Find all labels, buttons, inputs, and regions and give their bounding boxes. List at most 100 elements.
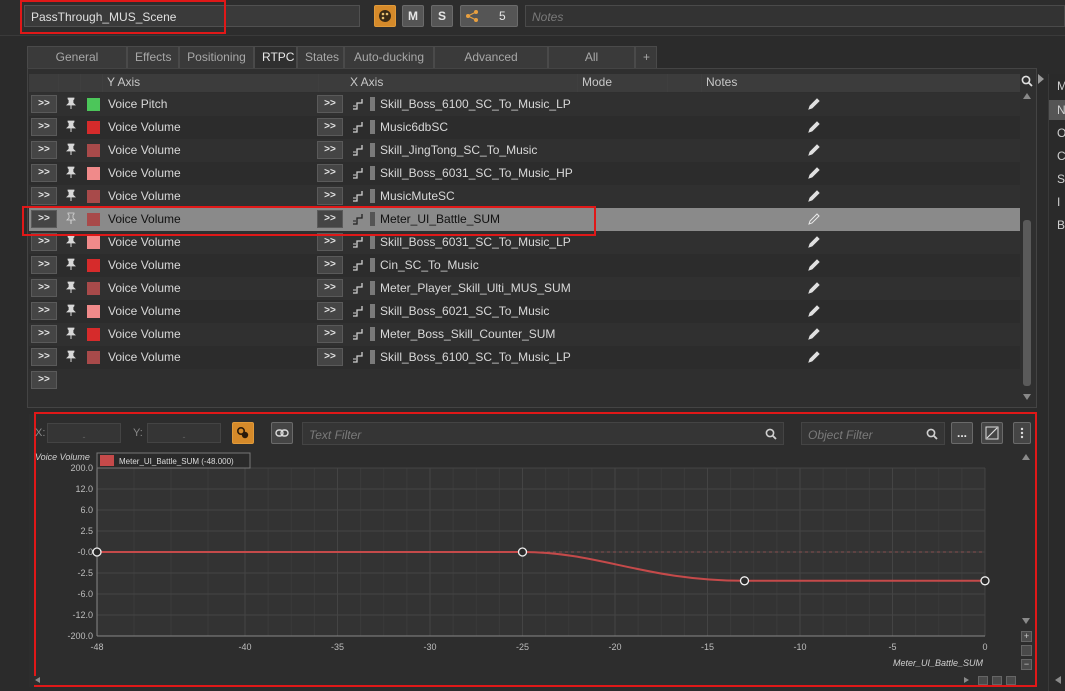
expand-y-button[interactable]: >> xyxy=(31,164,57,182)
col-mode[interactable]: Mode xyxy=(578,74,668,92)
snap-button[interactable] xyxy=(232,422,254,444)
edit-notes-icon[interactable] xyxy=(807,281,821,295)
table-row[interactable]: >> Voice Pitch >> Skill_Boss_6100_SC_To_Mus… xyxy=(29,93,1020,116)
expand-x-button[interactable]: >> xyxy=(317,256,343,274)
tab-all-properties[interactable]: All Properties xyxy=(548,46,635,84)
sidebar-item-s[interactable]: S xyxy=(1057,172,1065,186)
h-zoom-in-button[interactable] xyxy=(978,676,988,685)
graph-scroll-down-arrow[interactable] xyxy=(1022,618,1030,624)
rtpc-curve-chart[interactable]: -48 -40 -35 -30 -25 -20 -15 -10 -5 0 200.0 12.0 6.0 2… xyxy=(34,450,1034,686)
edit-notes-icon[interactable] xyxy=(807,327,821,341)
pin-icon[interactable] xyxy=(65,350,77,364)
color-swatch[interactable] xyxy=(87,259,100,272)
expand-y-button[interactable]: >> xyxy=(31,187,57,205)
graph-vertical-scrollbar[interactable] xyxy=(1020,452,1033,628)
graph-scroll-right-arrow[interactable] xyxy=(964,677,969,683)
x-axis-label[interactable]: Skill_JingTong_SC_To_Music xyxy=(380,143,537,157)
table-row[interactable]: >> Voice Volume >> MusicMuteSC xyxy=(29,185,1020,208)
graph-options-button[interactable] xyxy=(1013,422,1031,444)
x-axis-label[interactable]: Skill_Boss_6100_SC_To_Music_LP xyxy=(380,97,571,111)
x-axis-label[interactable]: Cin_SC_To_Music xyxy=(380,258,479,272)
edit-notes-icon[interactable] xyxy=(807,235,821,249)
color-swatch[interactable] xyxy=(87,167,100,180)
y-axis-label[interactable]: Voice Volume xyxy=(108,350,181,364)
text-filter-input[interactable]: Text Filter xyxy=(302,422,784,445)
mute-solo-toggle-button[interactable] xyxy=(981,422,1003,444)
text-filter-search-icon[interactable] xyxy=(765,428,777,440)
edit-notes-icon[interactable] xyxy=(807,120,821,134)
sidebar-item-i[interactable]: I xyxy=(1057,195,1060,209)
expand-x-button[interactable]: >> xyxy=(317,302,343,320)
y-axis-label[interactable]: Voice Volume xyxy=(108,166,181,180)
expand-y-button[interactable]: >> xyxy=(31,325,57,343)
add-row-button[interactable]: >> xyxy=(31,371,57,389)
color-swatch[interactable] xyxy=(87,121,100,134)
y-axis-label[interactable]: Voice Volume xyxy=(108,189,181,203)
pin-icon[interactable] xyxy=(65,327,77,341)
graph-scroll-left-arrow[interactable] xyxy=(35,677,40,683)
pin-icon[interactable] xyxy=(65,189,77,203)
edit-notes-icon[interactable] xyxy=(807,258,821,272)
h-zoom-out-button[interactable] xyxy=(1006,676,1016,685)
edit-notes-icon[interactable] xyxy=(807,143,821,157)
edit-notes-icon[interactable] xyxy=(807,189,821,203)
expand-y-button[interactable]: >> xyxy=(31,141,57,159)
sidebar-toggle-arrow[interactable] xyxy=(1038,74,1044,84)
scroll-up-arrow[interactable] xyxy=(1023,93,1031,99)
edit-notes-icon[interactable] xyxy=(807,212,821,226)
tab-add[interactable]: + xyxy=(635,46,657,68)
y-axis-label[interactable]: Voice Volume xyxy=(108,281,181,295)
y-coord-field[interactable]: - xyxy=(147,423,221,443)
y-axis-label[interactable]: Voice Volume xyxy=(108,120,181,134)
table-row[interactable]: >> Voice Volume >> Skill_JingTong_SC_To_Mus… xyxy=(29,139,1020,162)
object-filter-more-button[interactable]: ... xyxy=(951,422,973,444)
col-x-axis[interactable]: X Axis xyxy=(346,74,578,92)
sidebar-item-c[interactable]: C xyxy=(1057,149,1065,163)
share-button[interactable]: 5 xyxy=(460,5,518,27)
table-scrollbar[interactable] xyxy=(1021,92,1033,402)
notes-field[interactable]: Notes xyxy=(525,5,1065,27)
tab-effects[interactable]: Effects xyxy=(127,46,179,68)
y-axis-label[interactable]: Voice Volume xyxy=(108,258,181,272)
sidebar-item-o[interactable]: O xyxy=(1057,126,1065,140)
sidebar-item-n[interactable]: N xyxy=(1057,103,1065,117)
expand-y-button[interactable]: >> xyxy=(31,95,57,113)
x-coord-field[interactable]: - xyxy=(47,423,121,443)
color-swatch[interactable] xyxy=(87,236,100,249)
table-row[interactable]: >> Voice Volume >> Meter_Player_Skill_Ulti_… xyxy=(29,277,1020,300)
x-axis-label[interactable]: Skill_Boss_6021_SC_To_Music xyxy=(380,304,549,318)
palette-button[interactable] xyxy=(374,5,396,27)
table-row[interactable]: >> Voice Volume >> Skill_Boss_6100_SC_To_Mu… xyxy=(29,346,1020,369)
x-axis-label[interactable]: Meter_Player_Skill_Ulti_MUS_SUM xyxy=(380,281,571,295)
zoom-in-button[interactable]: + xyxy=(1021,631,1032,642)
y-axis-label[interactable]: Voice Volume xyxy=(108,304,181,318)
edit-notes-icon[interactable] xyxy=(807,304,821,318)
pin-icon[interactable] xyxy=(65,120,77,134)
graph-horizontal-scrollbar[interactable] xyxy=(34,676,1019,685)
color-swatch[interactable] xyxy=(87,144,100,157)
edit-notes-icon[interactable] xyxy=(807,97,821,111)
pin-icon[interactable] xyxy=(65,281,77,295)
sidebar-bottom-arrow[interactable] xyxy=(1055,676,1061,684)
expand-y-button[interactable]: >> xyxy=(31,118,57,136)
color-swatch[interactable] xyxy=(87,98,100,111)
object-filter-input[interactable]: Object Filter xyxy=(801,422,945,445)
pin-icon[interactable] xyxy=(65,235,77,249)
tab-states[interactable]: States xyxy=(297,46,344,68)
color-swatch[interactable] xyxy=(87,305,100,318)
h-zoom-fit-button[interactable] xyxy=(992,676,1002,685)
expand-x-button[interactable]: >> xyxy=(317,279,343,297)
table-row[interactable]: >> Voice Volume >> Skill_Boss_6021_SC_To_Mu… xyxy=(29,300,1020,323)
x-axis-label[interactable]: Meter_Boss_Skill_Counter_SUM xyxy=(380,327,555,341)
x-axis-label[interactable]: Skill_Boss_6031_SC_To_Music_LP xyxy=(380,235,571,249)
expand-x-button[interactable]: >> xyxy=(317,164,343,182)
tab-positioning[interactable]: Positioning xyxy=(179,46,254,68)
table-row[interactable]: >> Voice Volume >> Skill_Boss_6031_SC_To_Mu… xyxy=(29,162,1020,185)
x-axis-label[interactable]: MusicMuteSC xyxy=(380,189,455,203)
y-axis-label[interactable]: Voice Pitch xyxy=(108,97,167,111)
y-axis-label[interactable]: Voice Volume xyxy=(108,235,181,249)
color-swatch[interactable] xyxy=(87,351,100,364)
x-axis-label[interactable]: Skill_Boss_6031_SC_To_Music_HP xyxy=(380,166,573,180)
expand-y-button[interactable]: >> xyxy=(31,256,57,274)
tab-advanced-settings[interactable]: Advanced Settings xyxy=(434,46,548,84)
